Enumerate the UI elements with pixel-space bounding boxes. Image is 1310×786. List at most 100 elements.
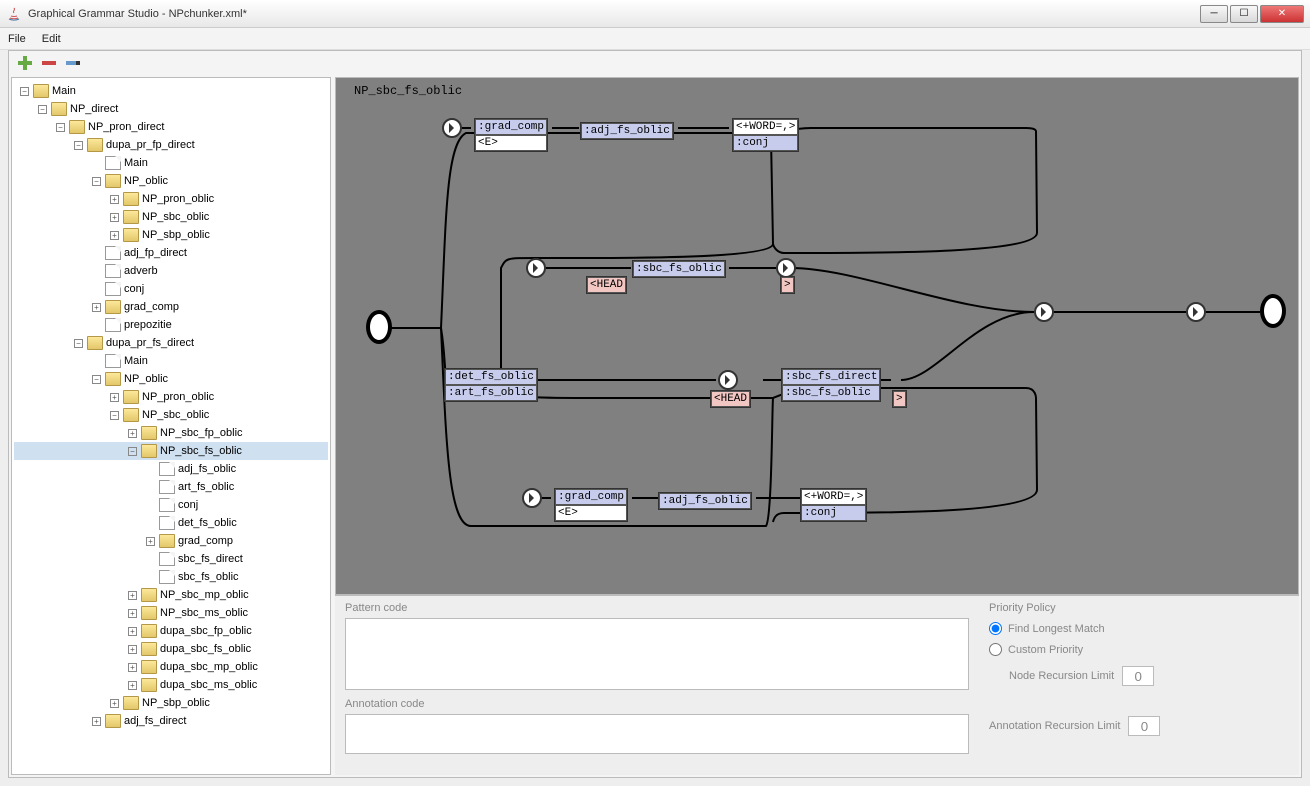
tree-item[interactable]: NP_sbc_ms_oblic <box>14 604 328 622</box>
tree-item[interactable]: NP_sbc_mp_oblic <box>14 586 328 604</box>
menu-file[interactable]: File <box>8 33 26 45</box>
node-word-conj[interactable]: <+WORD=,>:conj <box>732 118 799 152</box>
tree-item[interactable]: adj_fs_oblic <box>14 460 328 478</box>
folder-icon <box>105 372 121 386</box>
toolbar <box>9 51 1301 75</box>
tree-item[interactable]: dupa_sbc_ms_oblic <box>14 676 328 694</box>
tree-item-label: dupa_sbc_fs_oblic <box>160 640 251 658</box>
port[interactable] <box>1186 302 1206 322</box>
tree-item[interactable]: NP_oblic <box>14 172 328 190</box>
port[interactable] <box>442 118 462 138</box>
tree-item[interactable]: sbc_fs_direct <box>14 550 328 568</box>
node-word-conj[interactable]: <+WORD=,>:conj <box>800 488 867 522</box>
tree-item-label: NP_pron_oblic <box>142 190 214 208</box>
tree-item[interactable]: sbc_fs_oblic <box>14 568 328 586</box>
start-node[interactable] <box>366 310 392 344</box>
end-node[interactable] <box>1260 294 1286 328</box>
radio-custom-input[interactable] <box>989 643 1002 656</box>
graph-canvas[interactable]: NP_sbc_fs_oblic <box>335 77 1299 595</box>
tree-item[interactable]: grad_comp <box>14 532 328 550</box>
file-icon <box>159 516 175 530</box>
tree-item[interactable]: NP_sbc_oblic <box>14 406 328 424</box>
node-recursion-input[interactable] <box>1122 666 1154 686</box>
window-title: Graphical Grammar Studio - NPchunker.xml… <box>28 8 1200 20</box>
node-adj-fs-oblic[interactable]: :adj_fs_oblic <box>580 122 674 140</box>
tree-item[interactable]: prepozitie <box>14 316 328 334</box>
priority-policy-label: Priority Policy <box>989 602 1289 614</box>
node-grad-comp[interactable]: :grad_comp<E> <box>554 488 628 522</box>
file-icon <box>105 282 121 296</box>
file-icon <box>159 552 175 566</box>
menu-edit[interactable]: Edit <box>42 33 61 45</box>
folder-icon <box>141 660 157 674</box>
tree-item[interactable]: dupa_sbc_fs_oblic <box>14 640 328 658</box>
file-icon <box>159 570 175 584</box>
minimize-button[interactable]: ─ <box>1200 5 1228 23</box>
tree-item[interactable]: adverb <box>14 262 328 280</box>
add-button[interactable] <box>17 55 33 71</box>
radio-longest-match[interactable]: Find Longest Match <box>989 622 1289 635</box>
folder-icon <box>123 228 139 242</box>
folder-icon <box>51 102 67 116</box>
tree-item[interactable]: dupa_sbc_mp_oblic <box>14 658 328 676</box>
tree-item[interactable]: Main <box>14 352 328 370</box>
tree-item[interactable]: NP_sbp_oblic <box>14 694 328 712</box>
tree-item-label: adj_fp_direct <box>124 244 187 262</box>
radio-longest-input[interactable] <box>989 622 1002 635</box>
annotation-code-input[interactable] <box>345 714 969 754</box>
tree-item[interactable]: Main <box>14 82 328 100</box>
tree-item[interactable]: det_fs_oblic <box>14 514 328 532</box>
tree-item[interactable]: dupa_pr_fp_direct <box>14 136 328 154</box>
port[interactable] <box>526 258 546 278</box>
tree-item[interactable]: NP_sbp_oblic <box>14 226 328 244</box>
node-det-art[interactable]: :det_fs_oblic:art_fs_oblic <box>444 368 538 402</box>
tree-item[interactable]: conj <box>14 280 328 298</box>
maximize-button[interactable]: ☐ <box>1230 5 1258 23</box>
file-icon <box>105 264 121 278</box>
radio-custom-priority[interactable]: Custom Priority <box>989 643 1289 656</box>
node-gt[interactable]: > <box>892 390 907 408</box>
port[interactable] <box>718 370 738 390</box>
tree-item[interactable]: NP_pron_oblic <box>14 190 328 208</box>
tree-item-label: Main <box>124 352 148 370</box>
close-button[interactable]: ✕ <box>1260 5 1304 23</box>
tree-item[interactable]: dupa_sbc_fp_oblic <box>14 622 328 640</box>
port[interactable] <box>1034 302 1054 322</box>
tree-item[interactable]: NP_sbc_fs_oblic <box>14 442 328 460</box>
port[interactable] <box>776 258 796 278</box>
tree-item[interactable]: NP_direct <box>14 100 328 118</box>
folder-icon <box>141 678 157 692</box>
titlebar: Graphical Grammar Studio - NPchunker.xml… <box>0 0 1310 28</box>
annotation-recursion-input[interactable] <box>1128 716 1160 736</box>
remove-button[interactable] <box>41 55 57 71</box>
tree-item[interactable]: NP_pron_direct <box>14 118 328 136</box>
node-head[interactable]: <HEAD <box>710 390 751 408</box>
tree-item[interactable]: conj <box>14 496 328 514</box>
tree-item[interactable]: art_fs_oblic <box>14 478 328 496</box>
tree-item[interactable]: NP_sbc_oblic <box>14 208 328 226</box>
node-grad-comp[interactable]: :grad_comp<E> <box>474 118 548 152</box>
tree-item[interactable]: adj_fs_direct <box>14 712 328 730</box>
tree-item-label: NP_oblic <box>124 172 168 190</box>
tree-item[interactable]: NP_oblic <box>14 370 328 388</box>
folder-icon <box>159 534 175 548</box>
tree-item[interactable]: NP_pron_oblic <box>14 388 328 406</box>
edit-button[interactable] <box>65 55 81 71</box>
tree-item[interactable]: Main <box>14 154 328 172</box>
node-adj-fs-oblic[interactable]: :adj_fs_oblic <box>658 492 752 510</box>
tree-panel[interactable]: MainNP_directNP_pron_directdupa_pr_fp_di… <box>11 77 331 775</box>
node-sbc-direct-oblic[interactable]: :sbc_fs_direct:sbc_fs_oblic <box>781 368 881 402</box>
node-gt[interactable]: > <box>780 276 795 294</box>
folder-icon <box>105 174 121 188</box>
node-head[interactable]: <HEAD <box>586 276 627 294</box>
tree-item[interactable]: dupa_pr_fs_direct <box>14 334 328 352</box>
port[interactable] <box>522 488 542 508</box>
tree-item-label: NP_pron_direct <box>88 118 164 136</box>
tree-item-label: NP_direct <box>70 100 118 118</box>
tree-item[interactable]: adj_fp_direct <box>14 244 328 262</box>
tree-item[interactable]: NP_sbc_fp_oblic <box>14 424 328 442</box>
tree-item[interactable]: grad_comp <box>14 298 328 316</box>
node-sbc-fs-oblic[interactable]: :sbc_fs_oblic <box>632 260 726 278</box>
pattern-code-input[interactable] <box>345 618 969 690</box>
tree-item-label: NP_sbc_fp_oblic <box>160 424 243 442</box>
